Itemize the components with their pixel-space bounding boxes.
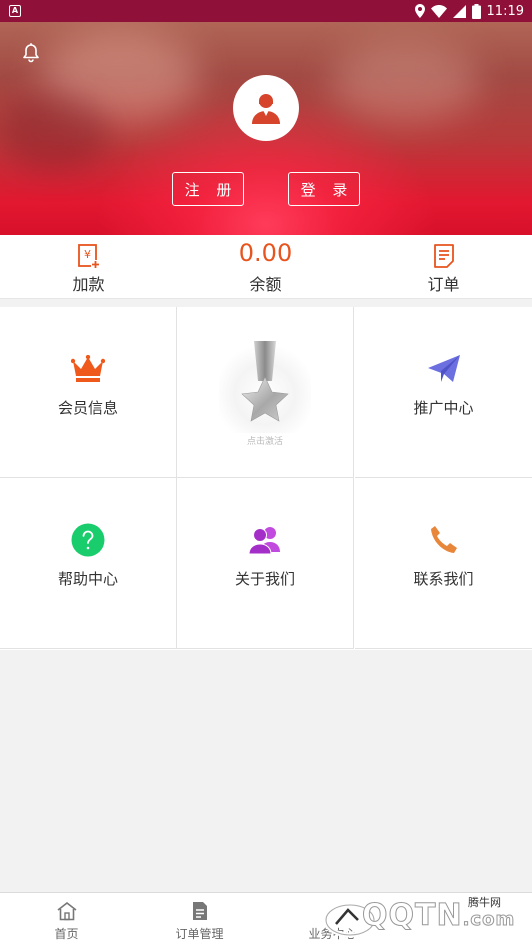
status-bar: A 11:19	[0, 0, 532, 22]
home-icon	[57, 901, 76, 921]
medal-caption: 点击激活	[246, 437, 283, 447]
users-icon	[248, 527, 280, 555]
bell-icon[interactable]	[20, 42, 42, 64]
tab-label: 订单管理	[175, 927, 224, 941]
grid-item-activate-medal[interactable]: 点击激活	[177, 307, 354, 478]
grid-label: 会员信息	[57, 399, 118, 417]
grid-label: 推广中心	[413, 399, 474, 417]
deposit-icon: ¥	[77, 244, 100, 269]
tab-label: 首页	[54, 927, 79, 941]
watermark-suffix: .com	[462, 909, 516, 931]
grid-label: 联系我们	[413, 570, 474, 588]
watermark-brand: QQTN	[362, 898, 463, 934]
profile-header: 注 册 登 录	[0, 22, 532, 235]
medal-icon	[219, 341, 311, 433]
tab-order-management[interactable]: 订单管理	[133, 893, 266, 946]
phone-icon	[430, 526, 457, 553]
grid-label: 关于我们	[234, 570, 295, 588]
register-button[interactable]: 注 册	[172, 172, 244, 206]
avatar[interactable]	[233, 75, 299, 141]
help-icon	[71, 523, 105, 557]
document-icon	[192, 902, 207, 920]
signal-icon	[452, 4, 466, 18]
balance-value: 0.00	[238, 239, 293, 267]
balance-item[interactable]: 0.00 余额	[177, 235, 354, 299]
tab-home[interactable]: 首页	[0, 893, 133, 946]
location-icon	[414, 4, 425, 18]
status-icons: 11:19	[414, 2, 524, 20]
login-button[interactable]: 登 录	[288, 172, 360, 206]
svg-text:¥: ¥	[84, 248, 91, 261]
grid-item-about-us[interactable]: 关于我们	[177, 478, 354, 649]
status-time: 11:19	[486, 3, 524, 19]
deposit-item[interactable]: ¥ 加款	[0, 235, 177, 299]
feature-grid: 会员信息 点击激活 推广中心 帮助中心 关于我们 联系我们	[0, 307, 532, 650]
crown-icon	[71, 355, 105, 382]
orders-item[interactable]: 订单	[355, 235, 532, 299]
avatar-icon	[252, 94, 280, 124]
grid-item-help-center[interactable]: 帮助中心	[0, 478, 177, 649]
balance-label: 余额	[249, 275, 282, 294]
grid-label: 帮助中心	[57, 570, 118, 588]
grid-item-member-info[interactable]: 会员信息	[0, 307, 177, 478]
deposit-label: 加款	[72, 275, 105, 294]
battery-icon	[471, 3, 481, 19]
orders-icon	[433, 244, 454, 268]
wifi-icon	[430, 4, 447, 18]
app-notification-icon: A	[9, 5, 21, 17]
watermark-logo: QQTN.com 腾牛网	[318, 892, 532, 946]
account-summary: ¥ 加款 0.00 余额 订单	[0, 235, 532, 299]
grid-item-promo-center[interactable]: 推广中心	[355, 307, 532, 478]
grid-item-contact-us[interactable]: 联系我们	[355, 478, 532, 649]
orders-label: 订单	[427, 275, 460, 294]
paper-plane-icon	[427, 355, 460, 382]
watermark-site: 腾牛网	[468, 896, 501, 909]
